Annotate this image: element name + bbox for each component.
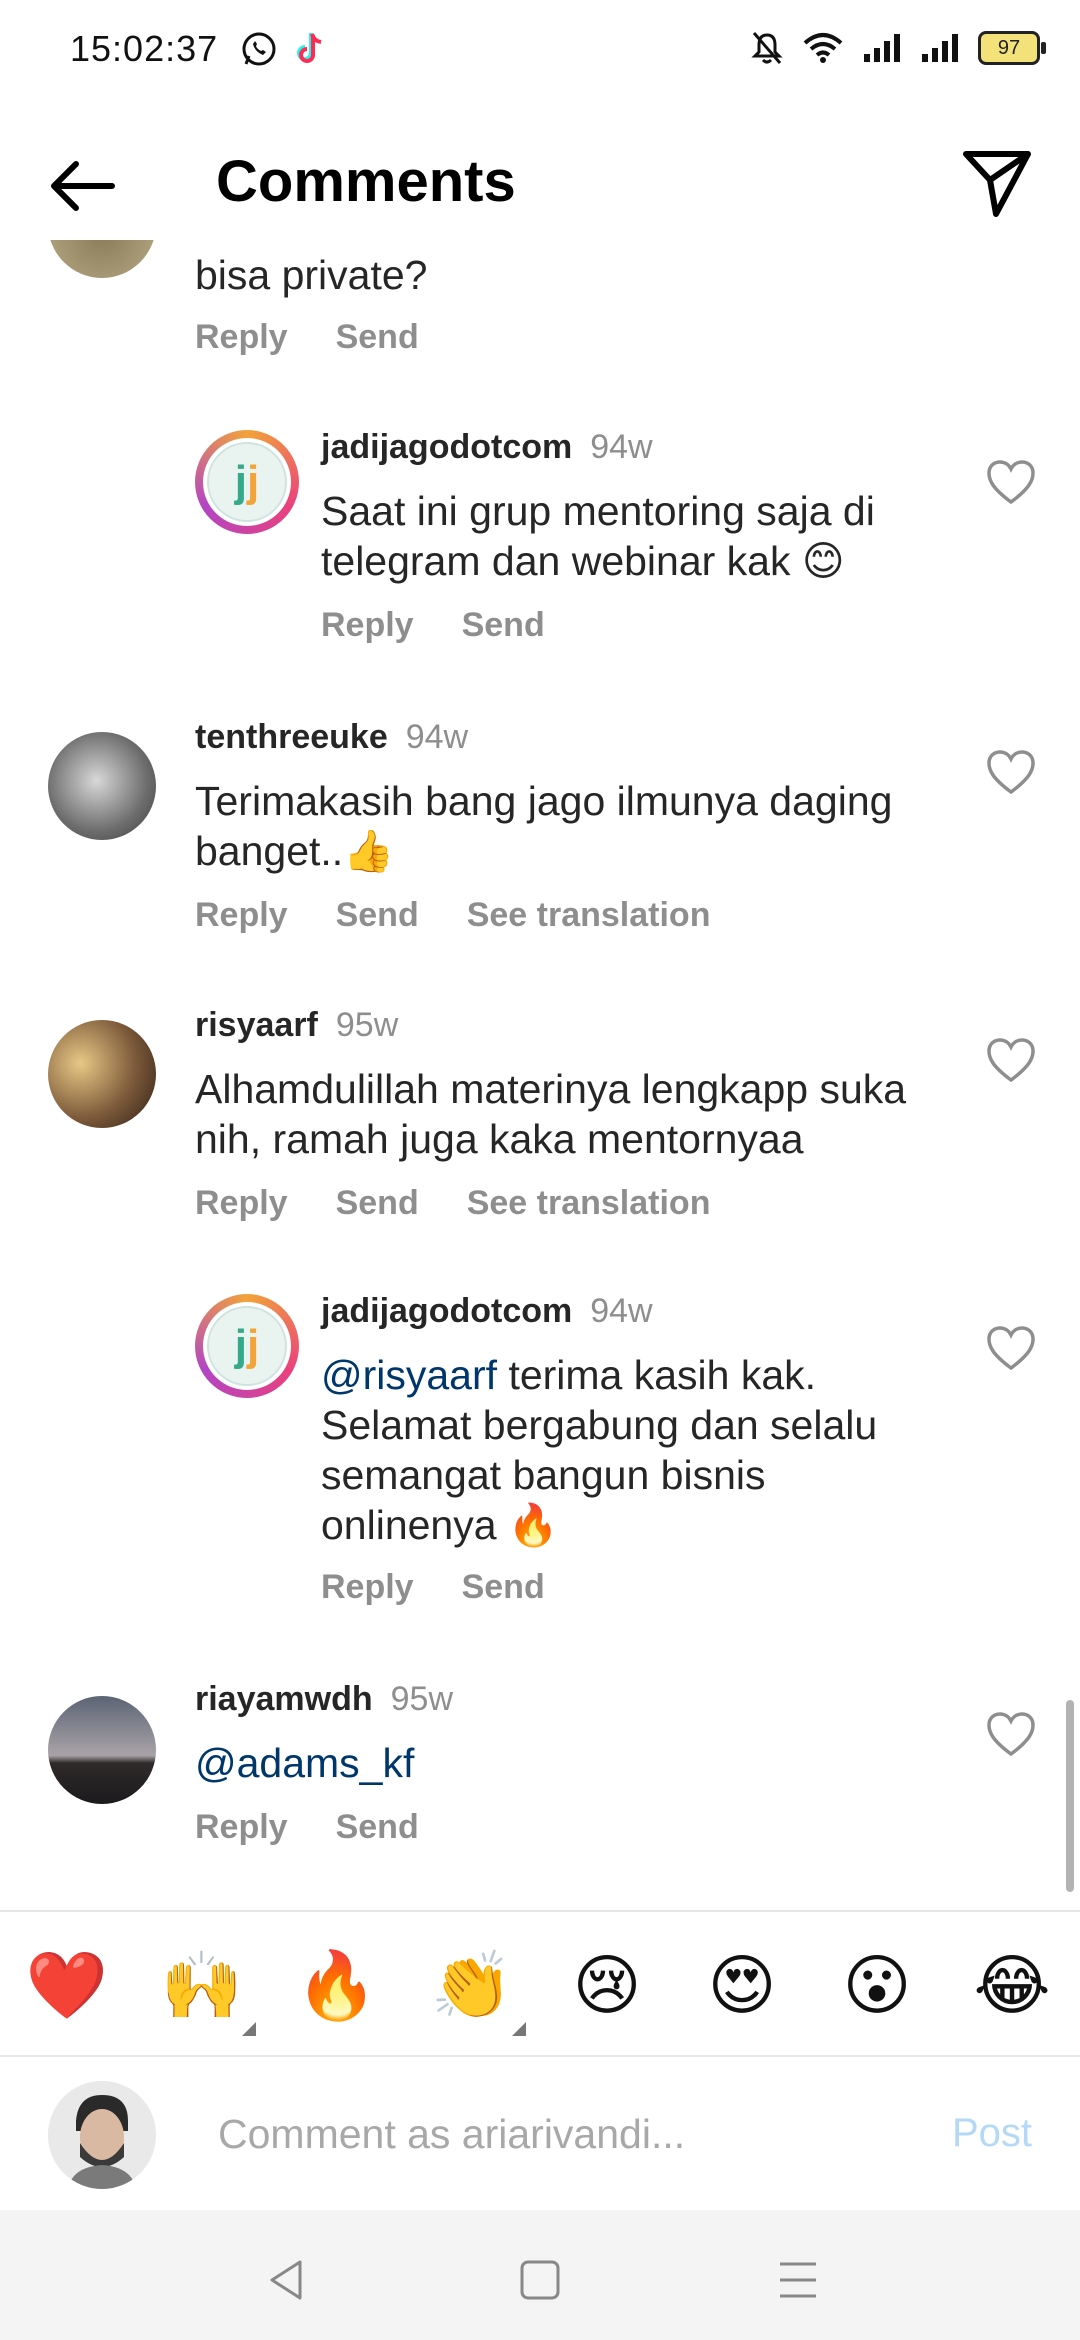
avatar[interactable]: jj — [195, 1294, 299, 1398]
comment-text: Terimakasih bang jago ilmunya daging ban… — [195, 778, 893, 874]
emoji-button[interactable]: 🔥 — [292, 1948, 382, 2022]
comment-username[interactable]: jadijagodotcom 94w — [321, 428, 653, 467]
emoji-button[interactable]: 😂 — [967, 1948, 1057, 2022]
emoji-button[interactable]: 😮 — [832, 1948, 922, 2022]
send-button[interactable]: Send — [462, 1568, 545, 1607]
comment-text: Alhamdulillah materinya lengkapp suka ni… — [195, 1066, 907, 1162]
system-nav-bar — [0, 2210, 1080, 2340]
comment-actions: Reply Send See translation — [195, 896, 710, 935]
comment-input-bar: Post — [0, 2055, 1080, 2212]
reply-button[interactable]: Reply — [195, 896, 288, 935]
emoji-button[interactable]: 👏 — [427, 1948, 517, 2022]
scrollbar[interactable] — [1066, 1700, 1074, 1892]
reply-button[interactable]: Reply — [195, 1808, 288, 1847]
send-button[interactable]: Send — [336, 318, 419, 357]
heart-icon[interactable] — [986, 1326, 1036, 1372]
skin-tone-indicator — [242, 2022, 256, 2036]
comment-text: @adams_kf — [195, 1738, 915, 1788]
brand-logo: jj — [207, 442, 287, 522]
signal-icon — [922, 34, 958, 62]
heart-icon[interactable] — [986, 460, 1036, 506]
reply-button[interactable]: Reply — [195, 1184, 288, 1223]
comment-text: Saat ini grup mentoring saja di telegram… — [321, 488, 875, 584]
comment-input[interactable] — [216, 2103, 920, 2165]
comment-actions: Reply Send — [195, 318, 419, 357]
avatar[interactable] — [48, 240, 156, 278]
comment-username[interactable]: riayamwdh 95w — [195, 1680, 453, 1719]
post-button[interactable]: Post — [952, 2111, 1032, 2156]
reply-button[interactable]: Reply — [195, 318, 288, 357]
emoji-reaction-bar: ❤️ 🙌 🔥 👏 😢 😍 😮 😂 — [0, 1910, 1080, 2057]
emoji-button[interactable]: 🙌 — [157, 1948, 247, 2022]
avatar[interactable] — [48, 732, 156, 840]
mention-link[interactable]: @risyaarf — [321, 1352, 497, 1398]
emoji-button[interactable]: 😍 — [697, 1948, 787, 2022]
send-button[interactable]: Send — [336, 1184, 419, 1223]
user-avatar — [48, 2081, 156, 2189]
page-title: Comments — [216, 149, 516, 214]
emoji-button[interactable]: ❤️ — [22, 1948, 112, 2022]
status-bar: 15:02:37 97 — [0, 0, 1080, 96]
see-translation-button[interactable]: See translation — [467, 1184, 711, 1223]
comment-time: 94w — [590, 1292, 653, 1330]
comment-actions: Reply Send — [321, 606, 545, 645]
comment-actions: Reply Send See translation — [195, 1184, 710, 1223]
send-button[interactable]: Send — [336, 1808, 419, 1847]
send-button[interactable]: Send — [462, 606, 545, 645]
header: Comments — [0, 130, 1080, 240]
emoji-button[interactable]: 😢 — [562, 1948, 652, 2022]
avatar[interactable] — [48, 1696, 156, 1804]
reply-button[interactable]: Reply — [321, 606, 414, 645]
comment-time: 94w — [405, 718, 469, 756]
comments-list[interactable]: bisa private? Reply Send jj jadijagodotc… — [0, 240, 1080, 1910]
comment-time: 95w — [390, 1680, 453, 1718]
brand-logo: jj — [207, 1306, 287, 1386]
comment-username[interactable]: tenthreeuke 94w — [195, 718, 468, 757]
nav-home-icon[interactable] — [510, 2250, 570, 2310]
comment-text: bisa private? — [195, 252, 428, 298]
comment-time: 94w — [590, 428, 653, 466]
heart-icon[interactable] — [986, 750, 1036, 796]
comment-time: 95w — [335, 1006, 399, 1044]
reply-button[interactable]: Reply — [321, 1568, 414, 1607]
direct-send-icon[interactable] — [960, 146, 1034, 220]
comment-actions: Reply Send — [321, 1568, 545, 1607]
avatar[interactable]: jj — [195, 430, 299, 534]
comment-actions: Reply Send — [195, 1808, 419, 1847]
comment-text: @risyaarf terima kasih kak. Selamat berg… — [321, 1352, 878, 1548]
battery-icon: 97 — [978, 31, 1046, 65]
nav-back-icon[interactable] — [258, 2250, 318, 2310]
wifi-icon — [803, 33, 843, 63]
nav-menu-icon[interactable] — [768, 2250, 828, 2310]
send-button[interactable]: Send — [336, 896, 419, 935]
whatsapp-icon — [242, 32, 276, 66]
mute-icon — [751, 32, 783, 64]
user-face-icon — [48, 2081, 156, 2189]
status-time: 15:02:37 — [70, 28, 219, 69]
heart-icon[interactable] — [986, 1038, 1036, 1084]
status-icons: 97 — [750, 28, 1046, 68]
skin-tone-indicator — [512, 2022, 526, 2036]
back-arrow-icon[interactable] — [46, 156, 118, 216]
mention-link[interactable]: @adams_kf — [195, 1740, 414, 1786]
comment-username[interactable]: risyaarf 95w — [195, 1006, 398, 1045]
signal-icon — [864, 34, 900, 62]
heart-icon[interactable] — [986, 1712, 1036, 1758]
see-translation-button[interactable]: See translation — [467, 896, 711, 935]
avatar[interactable] — [48, 1020, 156, 1128]
comment-username[interactable]: jadijagodotcom 94w — [321, 1292, 653, 1331]
tiktok-icon — [297, 33, 322, 63]
